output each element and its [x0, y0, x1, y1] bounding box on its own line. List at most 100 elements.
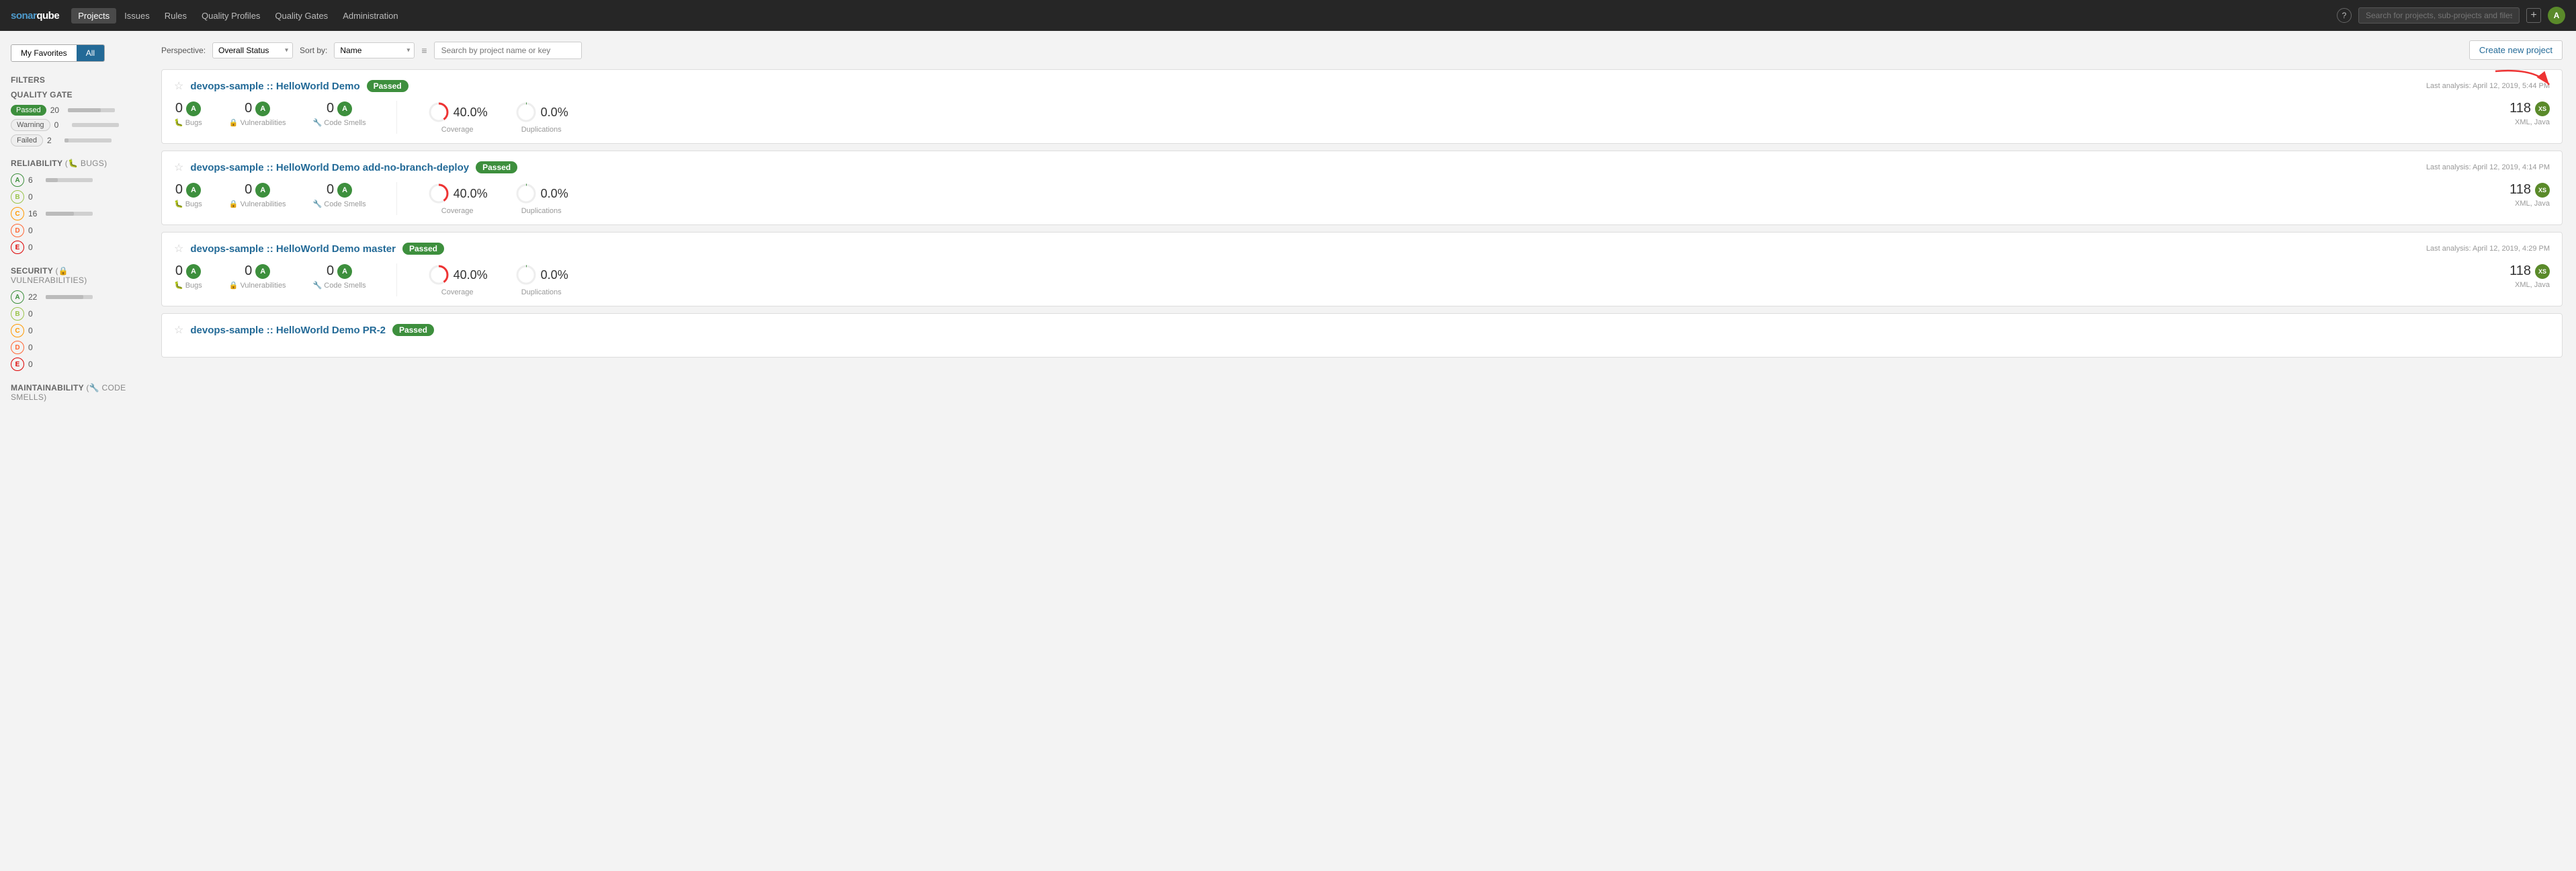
toolbar: Perspective: Overall Status ▾ Sort by: N…: [161, 40, 2563, 60]
create-project-button[interactable]: Create new project: [2469, 40, 2563, 60]
security-e[interactable]: E 0: [11, 358, 137, 371]
nav-quality-profiles[interactable]: Quality Profiles: [195, 8, 267, 24]
project-name-link[interactable]: devops-sample :: HelloWorld Demo add-no-…: [190, 162, 469, 173]
star-icon[interactable]: ☆: [174, 161, 183, 174]
nav-issues[interactable]: Issues: [118, 8, 157, 24]
bugs-rating: A: [186, 101, 201, 116]
topnav: sonarqube Projects Issues Rules Quality …: [0, 0, 2576, 31]
reliability-d[interactable]: D 0: [11, 224, 137, 237]
passed-badge: Passed: [11, 105, 46, 116]
project-card: ☆ devops-sample :: HelloWorld Demo add-n…: [161, 151, 2563, 225]
rating-d-circle: D: [11, 224, 24, 237]
filter-row-warning[interactable]: Warning 0: [11, 119, 137, 131]
security-c[interactable]: C 0: [11, 324, 137, 337]
star-icon[interactable]: ☆: [174, 79, 183, 93]
coverage-metric: 40.0% Coverage: [427, 263, 488, 296]
bugs-metric: 0 A 🐛 Bugs: [174, 182, 202, 208]
logo: sonarqube: [11, 10, 59, 22]
duplications-metric: 0.0% Duplications: [515, 101, 568, 134]
vuln-label: 🔒 Vulnerabilities: [229, 118, 286, 127]
sort-label: Sort by:: [300, 46, 327, 55]
sort-select-wrapper: Name ▾: [334, 42, 415, 58]
smells-value: 0: [327, 263, 334, 279]
filters-title: Filters: [11, 75, 137, 85]
project-name-link[interactable]: devops-sample :: HelloWorld Demo PR-2: [190, 325, 386, 336]
filter-row-passed[interactable]: Passed 20: [11, 105, 137, 116]
global-search-input[interactable]: [2358, 7, 2520, 24]
star-icon[interactable]: ☆: [174, 323, 183, 337]
nav-projects[interactable]: Projects: [71, 8, 116, 24]
nav-quality-gates[interactable]: Quality Gates: [268, 8, 335, 24]
project-search-input[interactable]: [434, 42, 582, 59]
smells-rating: A: [337, 101, 352, 116]
favorites-toggle: My Favorites All: [11, 44, 105, 62]
metric-divider: [396, 182, 397, 215]
dup-circle-icon: [515, 101, 538, 124]
nav-rules[interactable]: Rules: [158, 8, 194, 24]
reliability-c[interactable]: C 16: [11, 207, 137, 220]
projects-list: ☆ devops-sample :: HelloWorld Demo Passe…: [161, 69, 2563, 358]
wrench-icon: 🔧: [313, 281, 323, 290]
view-toggle-icon[interactable]: ≡: [421, 45, 427, 56]
coverage-metric: 40.0% Coverage: [427, 101, 488, 134]
security-b-circle: B: [11, 307, 24, 321]
security-b[interactable]: B 0: [11, 307, 137, 321]
star-icon[interactable]: ☆: [174, 242, 183, 255]
security-c-circle: C: [11, 324, 24, 337]
security-d-count: 0: [28, 343, 42, 352]
nav-administration[interactable]: Administration: [336, 8, 404, 24]
vuln-label: 🔒 Vulnerabilities: [229, 281, 286, 290]
dup-label: Duplications: [521, 126, 562, 134]
project-metrics: 0 A 🐛 Bugs 0 A 🔒 Vulnerabilities: [174, 101, 2550, 134]
smells-value: 0: [327, 182, 334, 198]
security-b-count: 0: [28, 309, 42, 319]
codesmells-metric: 0 A 🔧 Code Smells: [313, 182, 366, 208]
dup-circle-icon: [515, 263, 538, 286]
favorites-btn[interactable]: My Favorites: [11, 45, 77, 61]
maintainability-section: Maintainability (🔧 Code Smells): [11, 383, 137, 402]
project-header: ☆ devops-sample :: HelloWorld Demo add-n…: [174, 161, 2550, 174]
project-langs: 118 XS XML, Java: [2509, 182, 2550, 208]
project-name-link[interactable]: devops-sample :: HelloWorld Demo master: [190, 243, 396, 255]
project-card: ☆ devops-sample :: HelloWorld Demo Passe…: [161, 69, 2563, 144]
quality-gate-title: Quality Gate: [11, 90, 137, 99]
bugs-value: 0: [175, 263, 183, 279]
avatar[interactable]: A: [2548, 7, 2565, 24]
metric-divider: [396, 101, 397, 134]
perspective-label: Perspective:: [161, 46, 206, 55]
reliability-a[interactable]: A 6: [11, 173, 137, 187]
vuln-rating: A: [255, 101, 270, 116]
coverage-circle-icon: [427, 101, 450, 124]
smells-label: 🔧 Code Smells: [313, 200, 366, 208]
vuln-rating: A: [255, 264, 270, 279]
maintainability-title: Maintainability (🔧 Code Smells): [11, 383, 137, 402]
help-icon[interactable]: ?: [2337, 8, 2352, 23]
coverage-circle-icon: [427, 263, 450, 286]
all-btn[interactable]: All: [77, 45, 104, 61]
lock-icon: 🔒: [229, 200, 239, 208]
project-header: ☆ devops-sample :: HelloWorld Demo Passe…: [174, 79, 2550, 93]
add-icon[interactable]: +: [2526, 8, 2541, 23]
main-content: Perspective: Overall Status ▾ Sort by: N…: [148, 31, 2576, 871]
coverage-label: Coverage: [441, 126, 474, 134]
warning-bar: [72, 123, 119, 127]
project-metrics: 0 A 🐛 Bugs 0 A 🔒 Vulnerabilities: [174, 182, 2550, 215]
vuln-rating: A: [255, 183, 270, 198]
perspective-select[interactable]: Overall Status: [212, 42, 293, 58]
reliability-a-bar: [46, 178, 93, 182]
security-a[interactable]: A 22: [11, 290, 137, 304]
coverage-label: Coverage: [441, 288, 474, 296]
vuln-value: 0: [245, 263, 252, 279]
sort-select[interactable]: Name: [334, 42, 415, 58]
reliability-title: Reliability (🐛 Bugs): [11, 159, 137, 168]
reliability-e[interactable]: E 0: [11, 241, 137, 254]
filter-row-failed[interactable]: Failed 2: [11, 134, 137, 147]
reliability-b[interactable]: B 0: [11, 190, 137, 204]
coverage-value: 40.0%: [454, 268, 488, 282]
bugs-rating: A: [186, 264, 201, 279]
project-name-link[interactable]: devops-sample :: HelloWorld Demo: [190, 81, 359, 92]
security-d-circle: D: [11, 341, 24, 354]
last-analysis: Last analysis: April 12, 2019, 5:44 PM: [2426, 82, 2550, 90]
rating-b-circle: B: [11, 190, 24, 204]
security-d[interactable]: D 0: [11, 341, 137, 354]
